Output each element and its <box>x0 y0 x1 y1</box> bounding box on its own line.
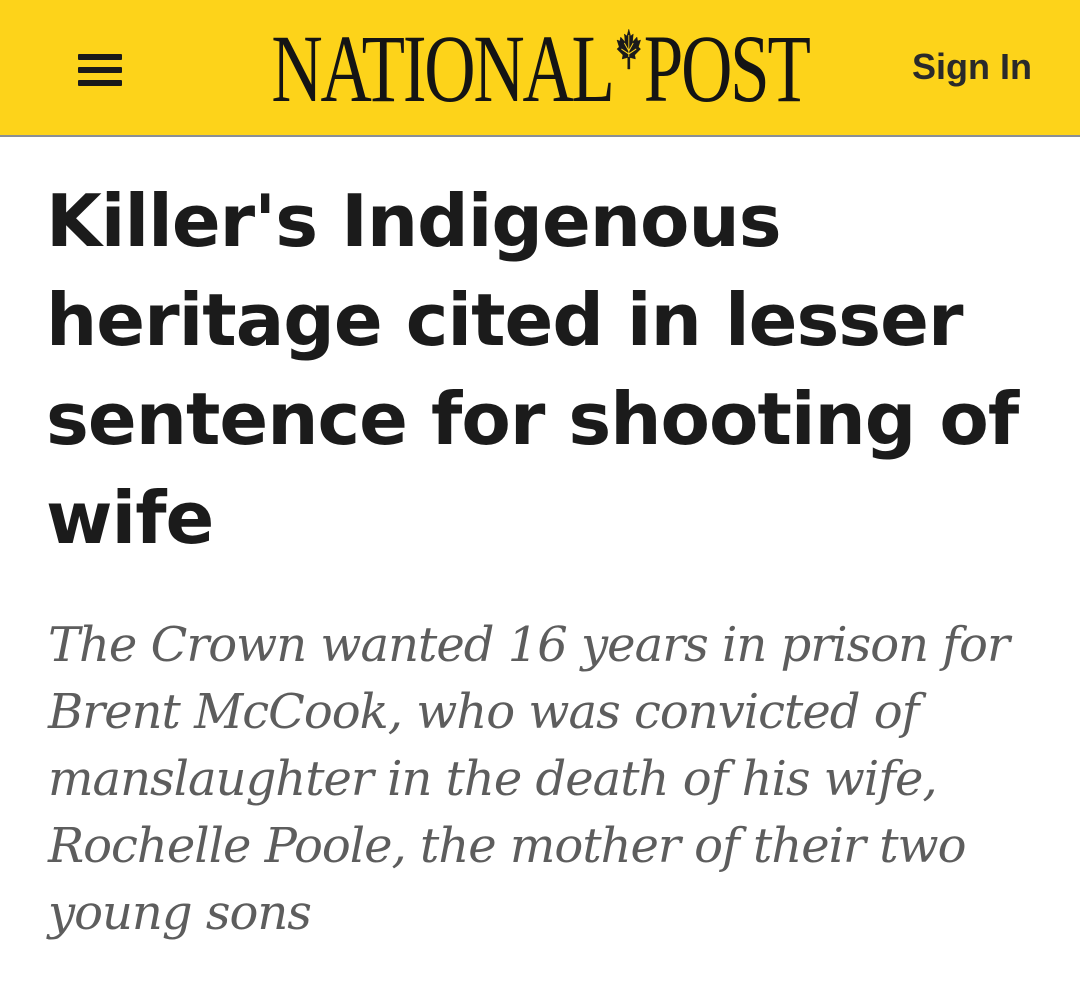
menu-bar <box>78 67 122 73</box>
site-logo[interactable]: NATIONAL POST <box>232 14 848 124</box>
hamburger-menu-icon[interactable] <box>78 54 122 86</box>
maple-leaf-icon <box>616 28 642 70</box>
article-headline: Killer's Indigenous heritage cited in le… <box>46 179 1019 560</box>
menu-bar <box>78 80 122 86</box>
site-header: NATIONAL POST Sign In <box>0 0 1080 137</box>
logo-text-post: POST <box>643 15 811 122</box>
logo-wordmark: NATIONAL POST <box>271 15 811 122</box>
logo-text-national: NATIONAL <box>271 15 615 122</box>
sign-in-button[interactable]: Sign In <box>912 46 1032 88</box>
article-dek: The Crown wanted 16 years in prison for … <box>48 617 1010 941</box>
menu-bar <box>78 54 122 60</box>
